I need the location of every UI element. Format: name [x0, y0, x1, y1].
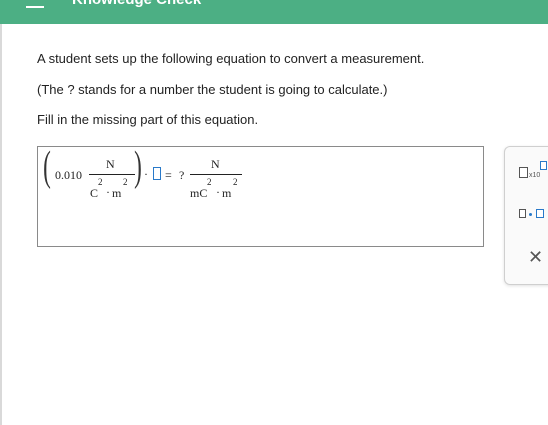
multiply-dot: · — [144, 167, 148, 181]
scientific-notation-icon — [519, 167, 528, 178]
equals-sign: = — [165, 168, 172, 182]
x10-label: x10 — [529, 172, 541, 179]
right-denominator-unit-a: mC — [190, 186, 208, 200]
question-text-3: Fill in the missing part of this equatio… — [37, 112, 259, 127]
left-denominator-dot: · — [106, 185, 110, 199]
coefficient: 0.010 — [55, 168, 82, 182]
left-denominator-exp-a: 2 — [98, 177, 103, 187]
left-parenthesis: ( — [43, 144, 51, 190]
left-denominator-unit-b: m — [112, 186, 122, 200]
missing-part-input[interactable] — [153, 167, 161, 180]
right-denominator-dot: · — [216, 185, 220, 199]
right-denominator-unit-b: m — [222, 186, 232, 200]
exponent-box-icon — [540, 161, 547, 170]
left-denominator-exp-b: 2 — [123, 177, 128, 187]
page-title: Knowledge Check — [72, 0, 201, 8]
multiply-dot-icon — [529, 213, 532, 216]
unknown-value: ? — [179, 168, 185, 182]
multiply-units-icon — [519, 209, 526, 218]
right-parenthesis: ) — [134, 144, 142, 190]
left-border — [0, 24, 2, 425]
right-numerator: N — [211, 157, 220, 171]
scientific-notation-button[interactable]: x10 — [519, 161, 548, 181]
left-denominator-unit-a: C — [90, 186, 99, 200]
right-denominator-exp-a: 2 — [207, 177, 212, 187]
question-text-1: A student sets up the following equation… — [37, 51, 425, 66]
left-numerator: N — [106, 157, 115, 171]
right-fraction-bar — [190, 174, 242, 175]
menu-icon[interactable] — [26, 0, 44, 8]
answer-box[interactable]: ( 0.010 N C 2 · m 2 ) · = ? N mC 2 · m 2 — [37, 144, 485, 248]
header-bar: Knowledge Check — [0, 0, 548, 24]
second-factor-icon — [536, 209, 544, 218]
equation: ( 0.010 N C 2 · m 2 ) · = ? N mC 2 · m 2 — [38, 144, 485, 248]
close-icon[interactable]: ✕ — [528, 247, 543, 268]
left-fraction-bar — [89, 174, 135, 175]
question-text-2: (The ? stands for a number the student i… — [37, 82, 388, 97]
multiply-units-button[interactable] — [519, 207, 548, 221]
right-denominator-exp-b: 2 — [233, 177, 238, 187]
math-toolbar: x10 ✕ — [504, 146, 548, 285]
